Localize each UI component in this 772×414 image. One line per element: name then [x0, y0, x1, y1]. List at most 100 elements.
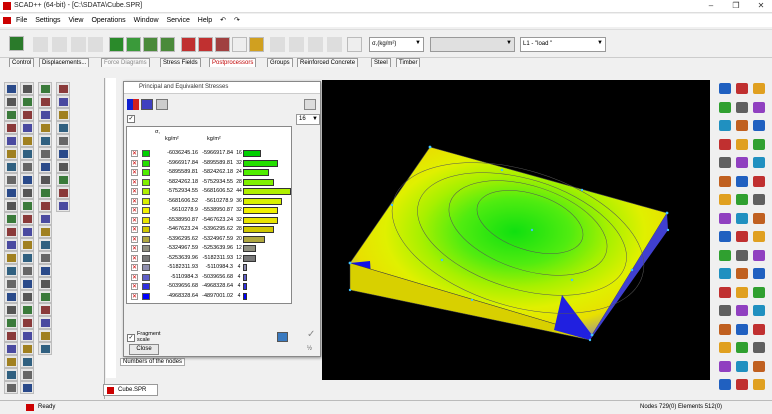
tab-control[interactable]: Control [9, 58, 35, 67]
tool-icon[interactable] [38, 277, 52, 290]
tool-icon[interactable] [752, 286, 766, 299]
tool-icon[interactable] [752, 138, 766, 151]
tool-icon[interactable] [4, 277, 18, 290]
tool-icon[interactable] [752, 360, 766, 373]
tool-icon[interactable] [20, 134, 34, 147]
tool-icon[interactable] [20, 95, 34, 108]
tool-icon[interactable] [20, 147, 34, 160]
tool-icon[interactable] [735, 323, 749, 336]
tool-icon[interactable] [752, 119, 766, 132]
tool-icon[interactable] [735, 230, 749, 243]
tool-icon[interactable] [38, 225, 52, 238]
tool-icon-a[interactable] [33, 37, 48, 52]
tool-icon[interactable] [38, 95, 52, 108]
tool-icon[interactable] [4, 290, 18, 303]
menu-view[interactable]: View [65, 15, 86, 26]
tool-icon[interactable] [38, 160, 52, 173]
legend-row-checkbox[interactable]: ✕ [131, 188, 138, 195]
tab-reinforced-concrete[interactable]: Reinforced Concrete [297, 58, 359, 67]
tool-icon[interactable] [20, 186, 34, 199]
legend-row-checkbox[interactable]: ✕ [131, 159, 138, 167]
legend-row-checkbox[interactable]: ✕ [131, 197, 138, 205]
tool-icon[interactable] [38, 290, 52, 303]
menu-settings[interactable]: Settings [32, 15, 63, 26]
tool-icon[interactable] [4, 303, 18, 316]
filter-icon-3[interactable] [308, 37, 323, 52]
tool-icon[interactable] [38, 108, 52, 121]
tool-icon[interactable] [56, 134, 70, 147]
tool-icon[interactable] [752, 101, 766, 114]
legend-row-checkbox[interactable]: ✕ [131, 226, 138, 233]
tool-icon[interactable] [718, 341, 732, 354]
tool-icon[interactable] [718, 267, 732, 280]
tool-icon[interactable] [4, 355, 18, 368]
load-case-select[interactable]: L1 - "load " ▼ [520, 37, 606, 52]
tool-icon[interactable] [56, 121, 70, 134]
tool-icon[interactable] [38, 251, 52, 264]
model-viewport[interactable] [322, 80, 710, 380]
color-icon[interactable] [249, 37, 264, 52]
tool-icon[interactable] [718, 138, 732, 151]
tool-icon[interactable] [38, 303, 52, 316]
tool-icon[interactable] [718, 304, 732, 317]
tool-icon[interactable] [20, 277, 34, 290]
display-icon-4[interactable] [160, 37, 175, 52]
tool-icon[interactable] [4, 199, 18, 212]
tool-icon[interactable] [718, 175, 732, 188]
units-select[interactable]: σ,(kg/m²) ▼ [369, 37, 424, 52]
menu-help[interactable]: Help [195, 15, 215, 26]
tab-steel[interactable]: Steel [371, 58, 391, 67]
grid-icon[interactable] [232, 37, 247, 52]
fragment-scale-checkbox[interactable]: ✓ [127, 334, 135, 342]
tab-groups[interactable]: Groups [267, 58, 293, 67]
tool-icon[interactable] [20, 108, 34, 121]
tool-icon[interactable] [20, 381, 34, 394]
tool-icon[interactable] [20, 290, 34, 303]
tool-icon[interactable] [752, 82, 766, 95]
undo-icon[interactable]: ↶ [217, 14, 229, 26]
display-icon-1[interactable] [109, 37, 124, 52]
close-button[interactable]: ✕ [750, 0, 772, 13]
tool-icon[interactable] [718, 360, 732, 373]
tool-icon[interactable] [718, 230, 732, 243]
tool-icon[interactable] [752, 212, 766, 225]
tool-icon[interactable] [735, 360, 749, 373]
display-icon-2[interactable] [126, 37, 141, 52]
tool-icon[interactable] [56, 82, 70, 95]
tool-icon[interactable] [56, 147, 70, 160]
menu-file[interactable]: File [13, 15, 30, 26]
tool-icon[interactable] [752, 249, 766, 262]
tool-icon[interactable] [20, 264, 34, 277]
tool-icon[interactable] [38, 329, 52, 342]
legend-row-checkbox[interactable]: ✕ [131, 264, 138, 271]
tool-icon[interactable] [752, 230, 766, 243]
tool-icon[interactable] [38, 316, 52, 329]
filter-icon-1[interactable] [270, 37, 285, 52]
tool-icon[interactable] [735, 119, 749, 132]
tool-icon[interactable] [38, 173, 52, 186]
tool-icon[interactable] [735, 101, 749, 114]
document-tab[interactable]: Cube.SPR [103, 384, 158, 396]
tool-icon[interactable] [4, 329, 18, 342]
menu-service[interactable]: Service [164, 15, 193, 26]
tool-icon[interactable] [4, 251, 18, 264]
tool-icon[interactable] [718, 249, 732, 262]
tool-icon[interactable] [718, 212, 732, 225]
tool-icon[interactable] [752, 323, 766, 336]
legend-row-checkbox[interactable]: ✕ [131, 178, 138, 186]
color-scheme-icon[interactable] [127, 99, 139, 110]
tool-icon[interactable] [56, 160, 70, 173]
tool-icon[interactable] [735, 341, 749, 354]
tool-icon[interactable] [38, 186, 52, 199]
intervals-select[interactable]: 16 ▼ [296, 114, 320, 125]
tool-icon[interactable] [752, 156, 766, 169]
tool-icon[interactable] [4, 95, 18, 108]
tool-icon[interactable] [4, 108, 18, 121]
tool-icon[interactable] [38, 121, 52, 134]
tool-icon[interactable] [4, 381, 18, 394]
tab-stress-fields[interactable]: Stress Fields [160, 58, 201, 67]
tool-icon[interactable] [4, 212, 18, 225]
tab-displacements[interactable]: Displacements... [39, 58, 90, 67]
legend-row-checkbox[interactable]: ✕ [131, 150, 138, 157]
legend-row-checkbox[interactable]: ✕ [131, 273, 138, 281]
